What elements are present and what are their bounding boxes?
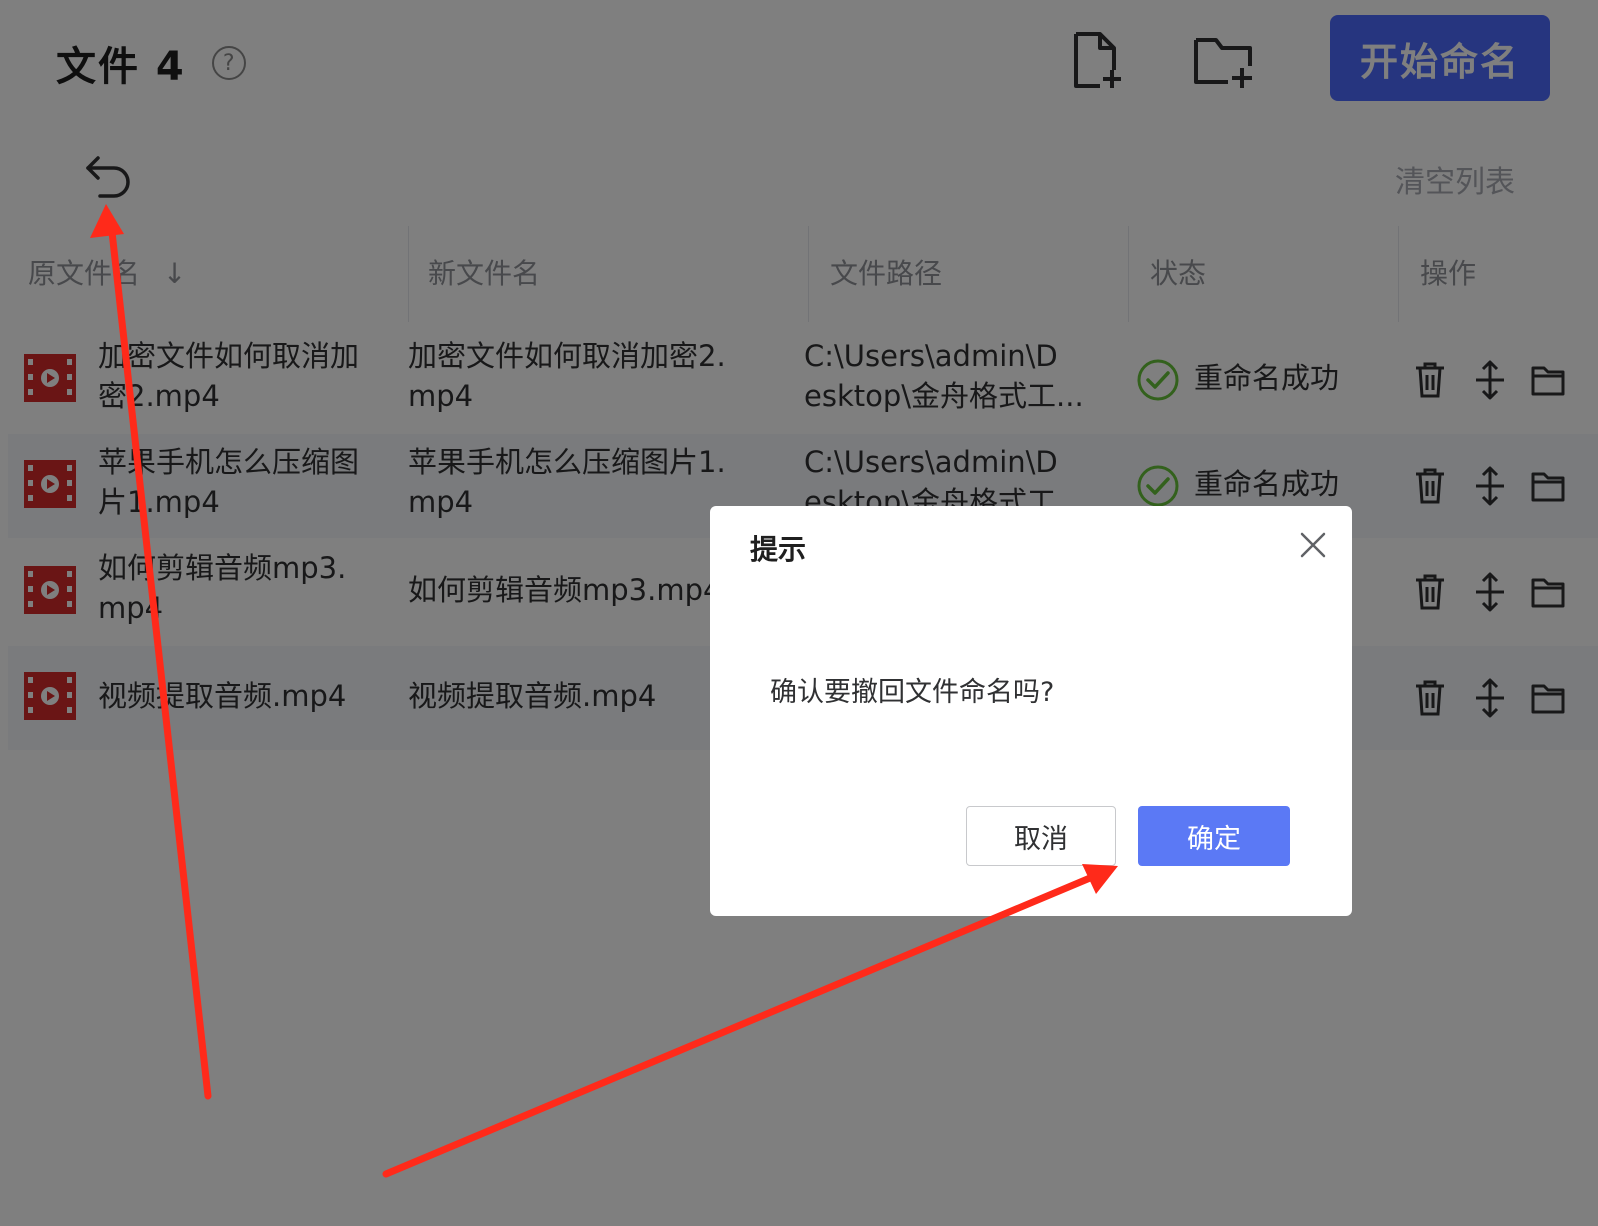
confirm-button[interactable]: 确定	[1138, 806, 1290, 866]
cancel-button[interactable]: 取消	[966, 806, 1116, 866]
dialog-title: 提示	[750, 533, 807, 566]
close-icon[interactable]	[1298, 530, 1328, 560]
confirm-dialog: 提示 确认要撤回文件命名吗? 取消 确定	[710, 506, 1352, 916]
dialog-message: 确认要撤回文件命名吗?	[770, 677, 1055, 708]
